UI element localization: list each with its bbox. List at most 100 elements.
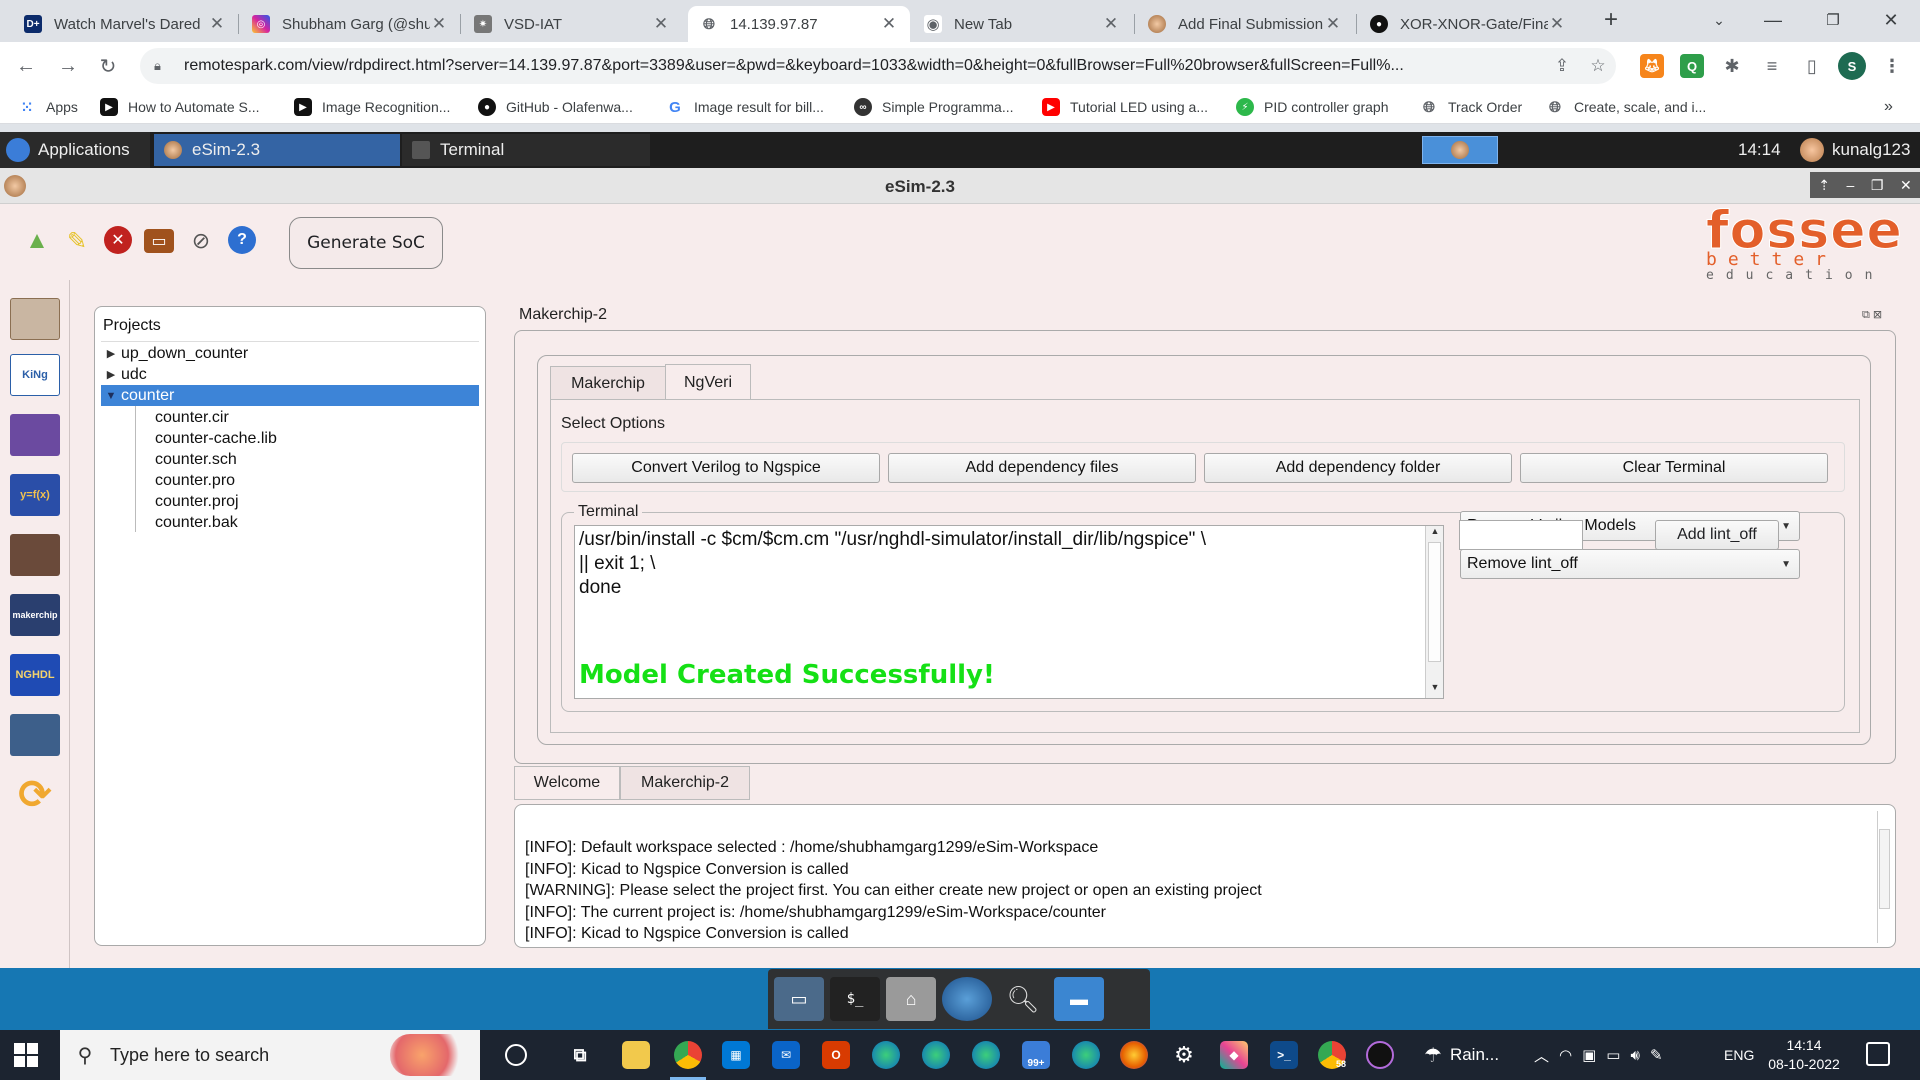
browser-tab[interactable]: ◎ Shubham Garg (@shu ✕ — [240, 6, 460, 42]
language-indicator[interactable]: ENG — [1724, 1030, 1754, 1080]
add-dependency-folder-button[interactable]: Add dependency folder — [1204, 453, 1512, 483]
collapse-arrow-icon[interactable]: ▼ — [101, 390, 121, 402]
panel-clock[interactable]: 14:14 — [1738, 132, 1781, 168]
minimize-icon[interactable]: – — [1847, 177, 1855, 193]
omnibox[interactable]: 🔒︎ remotespark.com/view/rdpdirect.html?s… — [140, 48, 1616, 84]
clear-terminal-button[interactable]: Clear Terminal — [1520, 453, 1828, 483]
browser-tab[interactable]: D+ Watch Marvel's Dared ✕ — [12, 6, 238, 42]
log-scrollbar[interactable] — [1877, 811, 1891, 943]
side-panel-icon[interactable]: ▯ — [1800, 54, 1824, 78]
scroll-up-icon[interactable]: ▲ — [1426, 526, 1444, 542]
scroll-thumb[interactable] — [1428, 542, 1441, 662]
nghdl-icon[interactable]: NGHDL — [10, 654, 60, 696]
chrome-profile-icon[interactable]: 58 — [1318, 1041, 1346, 1069]
lint-off-input[interactable] — [1459, 520, 1583, 550]
edge-dev-icon[interactable] — [972, 1041, 1000, 1069]
minimize-button[interactable]: — — [1750, 0, 1796, 40]
shade-icon[interactable]: ⇡ — [1818, 177, 1830, 194]
reload-button[interactable]: ↻ — [92, 50, 124, 82]
applications-menu[interactable]: Applications — [0, 132, 150, 168]
restore-button[interactable]: ❐ — [1810, 0, 1856, 40]
project-item[interactable]: ▶ udc — [101, 364, 479, 385]
open-project-icon[interactable]: ✎ — [62, 226, 92, 256]
mail-badge-icon[interactable]: 99+ — [1022, 1041, 1050, 1069]
close-icon[interactable]: ⊠ — [1873, 309, 1882, 321]
close-project-icon[interactable]: ✕ — [104, 226, 132, 254]
close-tab-icon[interactable]: ✕ — [1324, 14, 1342, 34]
url-text[interactable]: remotespark.com/view/rdpdirect.html?serv… — [184, 57, 1544, 75]
close-icon[interactable]: ✕ — [1900, 177, 1912, 194]
edge-canary-icon[interactable] — [1072, 1041, 1100, 1069]
maximize-icon[interactable]: ❐ — [1871, 177, 1884, 194]
tab-welcome[interactable]: Welcome — [514, 766, 620, 800]
firefox-icon[interactable] — [1120, 1041, 1148, 1069]
powershell-icon[interactable]: >_ — [1270, 1041, 1298, 1069]
console-log[interactable]: [INFO]: Default workspace selected : /ho… — [514, 804, 1896, 948]
project-file[interactable]: counter-cache.lib — [155, 428, 277, 449]
home-folder-icon[interactable]: ⌂ — [886, 977, 936, 1021]
ngspice-simulation-icon[interactable] — [10, 414, 60, 456]
chevron-up-icon[interactable]: ︿ — [1534, 1045, 1549, 1066]
bookmark-item[interactable]: G Image result for bill... — [666, 96, 824, 118]
browser-tab-active[interactable]: 🌐︎ 14.139.97.87 ✕ — [688, 6, 910, 42]
forward-button[interactable]: → — [52, 50, 84, 82]
web-browser-icon[interactable] — [942, 977, 992, 1021]
show-desktop-icon[interactable]: ▭ — [774, 977, 824, 1021]
meet-now-icon[interactable]: ▣ — [1582, 1046, 1596, 1064]
network-icon[interactable]: ◠ — [1559, 1046, 1572, 1064]
bookmark-item[interactable]: 🌐︎ Track Order — [1420, 96, 1522, 118]
close-tab-icon[interactable]: ✕ — [1548, 14, 1566, 34]
project-item-selected[interactable]: ▼ counter — [101, 385, 479, 406]
model-editor-icon[interactable]: y=f(x) — [10, 474, 60, 516]
bookmark-item[interactable]: ● GitHub - Olafenwa... — [478, 96, 633, 118]
search-icon[interactable]: 🔍︎ — [998, 977, 1048, 1021]
kicad-to-ngspice-icon[interactable]: KiNg — [10, 354, 60, 396]
weather-widget[interactable]: ☂ Rain... — [1424, 1030, 1499, 1080]
back-button[interactable]: ← — [10, 50, 42, 82]
generate-soc-button[interactable]: Generate SoC — [289, 217, 443, 269]
ms-store-icon[interactable]: ▦ — [722, 1041, 750, 1069]
kicad-schematic-icon[interactable] — [10, 298, 60, 340]
close-tab-icon[interactable]: ✕ — [430, 14, 448, 34]
bookmarks-overflow-icon[interactable]: » — [1884, 96, 1893, 118]
tab-makerchip[interactable]: Makerchip — [550, 366, 666, 400]
chrome-icon[interactable] — [670, 1041, 706, 1080]
battery-icon[interactable]: ▭ — [1606, 1046, 1620, 1064]
help-icon[interactable]: ? — [228, 226, 256, 254]
files-folder-icon[interactable]: ▬ — [1054, 977, 1104, 1021]
share-icon[interactable]: ⇪ — [1544, 56, 1580, 76]
expand-arrow-icon[interactable]: ▶ — [101, 368, 121, 381]
reading-list-icon[interactable]: ≡ — [1760, 54, 1784, 78]
windows-start-icon[interactable] — [14, 1043, 38, 1067]
convert-verilog-button[interactable]: Convert Verilog to Ngspice — [572, 453, 880, 483]
extensions-puzzle-icon[interactable]: ✱ — [1720, 54, 1744, 78]
cortana-icon[interactable] — [505, 1044, 527, 1066]
bookmark-item[interactable]: ⚡ PID controller graph — [1236, 96, 1389, 118]
task-view-icon[interactable]: ⧉ — [566, 1041, 594, 1069]
settings-gear-icon[interactable]: ⚙ — [1170, 1041, 1198, 1069]
user-menu[interactable]: kunalg123 — [1800, 132, 1910, 168]
bookmark-item[interactable]: ▶ Tutorial LED using a... — [1042, 96, 1208, 118]
chrome-menu-icon[interactable]: ⋮ — [1880, 54, 1904, 78]
tab-ngveri[interactable]: NgVeri — [665, 364, 751, 400]
refresh-icon[interactable]: ⟳ — [10, 773, 60, 817]
extension-q-icon[interactable]: Q — [1680, 54, 1704, 78]
close-tab-icon[interactable]: ✕ — [1102, 14, 1120, 34]
taskbar-clock[interactable]: 14:14 08-10-2022 — [1764, 1036, 1844, 1074]
profile-avatar[interactable]: S — [1838, 52, 1866, 80]
edge-icon[interactable] — [872, 1041, 900, 1069]
terminal-output[interactable]: /usr/bin/install -c $cm/$cm.cm "/usr/ngh… — [574, 525, 1444, 699]
task-esim[interactable]: eSim-2.3 — [154, 134, 400, 166]
notification-icon[interactable] — [1866, 1042, 1890, 1066]
metamask-icon[interactable]: 🦊︎ — [1640, 54, 1664, 78]
task-terminal[interactable]: Terminal — [402, 134, 650, 166]
bookmark-apps[interactable]: ⁙ Apps — [18, 96, 78, 118]
browser-tab[interactable]: ✷ VSD-IAT ✕ — [462, 6, 682, 42]
new-tab-button[interactable]: + — [1588, 0, 1634, 40]
git-gui-icon[interactable]: ◆ — [1220, 1041, 1248, 1069]
edge-beta-icon[interactable] — [922, 1041, 950, 1069]
volume-icon[interactable]: 🔊︎ — [1630, 1047, 1639, 1064]
project-file[interactable]: counter.proj — [155, 491, 239, 512]
lock-icon[interactable]: 🔒︎ — [154, 58, 170, 74]
browser-tab[interactable]: ● XOR-XNOR-Gate/Fina ✕ — [1358, 6, 1578, 42]
